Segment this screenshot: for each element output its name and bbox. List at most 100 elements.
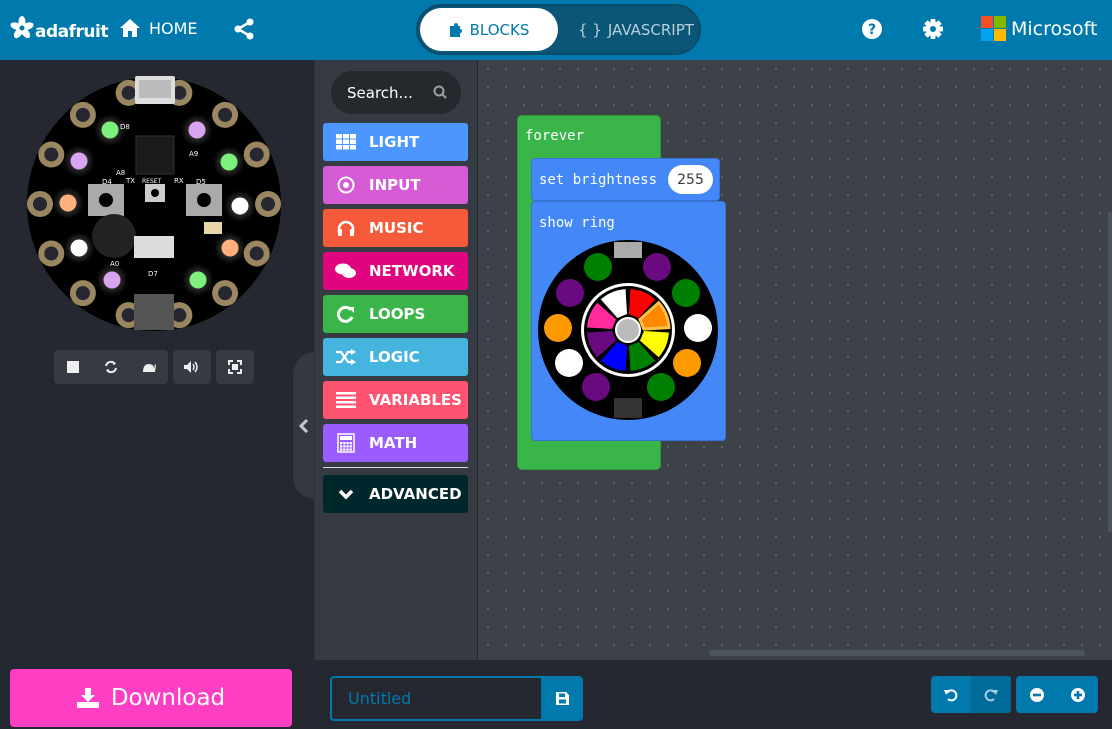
undo-icon [944,688,958,701]
neopixel-led [103,271,121,289]
zoom-in-icon [1070,687,1085,702]
ring-pixel[interactable] [582,373,610,401]
category-variables[interactable]: VARIABLES [323,381,468,419]
pin-hole [75,286,90,301]
category-logic[interactable]: LOGIC [323,338,468,376]
svg-text:?: ? [868,22,876,38]
brightness-value-input[interactable]: 255 [668,165,713,194]
svg-text:A0: A0 [110,260,119,268]
zoom-out-button[interactable] [1016,676,1057,713]
chevron-down-icon [338,489,354,500]
ring-pixel[interactable] [673,349,701,377]
grid-icon [323,134,369,150]
toolbox: Search... LIGHT INPUT MUSIC NETWORK LOOPS LOG… [314,60,477,660]
project-name-input[interactable] [330,676,543,721]
mute-button[interactable] [173,350,211,384]
circuit-playground-board[interactable]: D8 D4 D5 D7 RESET TX RX A8 A9 A0 [26,76,282,332]
palette-center-off[interactable] [615,317,641,343]
help-button[interactable]: ? [861,18,883,44]
fullscreen-button[interactable] [216,350,254,384]
show-ring-block[interactable]: show ring [531,201,726,441]
undo-button[interactable] [931,676,971,713]
category-label: MUSIC [369,219,424,237]
stop-icon [67,361,79,373]
ring-pixel[interactable] [584,253,612,281]
chat-icon [323,263,369,279]
ring-pixel[interactable] [544,314,572,342]
download-icon [76,688,99,708]
adafruit-flower-icon [10,16,34,39]
pin-hole [121,308,136,323]
ring-editor[interactable] [538,240,718,420]
neopixel-led [70,152,88,170]
redo-icon [984,688,998,701]
simulator-toolbar [54,350,254,384]
settings-button[interactable] [922,18,944,44]
pin-hole [218,286,233,301]
home-icon [120,19,140,37]
ring-pixel[interactable] [647,373,675,401]
set-brightness-block[interactable]: set brightness 255 [531,158,720,201]
category-input[interactable]: INPUT [323,166,468,204]
category-network[interactable]: NETWORK [323,252,468,290]
ring-pixel[interactable] [672,279,700,307]
neopixel-led [70,239,88,257]
undo-redo-group [931,676,1012,713]
javascript-tab[interactable]: { } JAVASCRIPT [578,8,698,51]
ring-pixel[interactable] [556,279,584,307]
target-icon [323,176,369,194]
vertical-scrollbar[interactable] [1108,212,1112,532]
category-label: LIGHT [369,133,420,151]
svg-text:TX: TX [125,177,135,185]
pin-hole [218,107,233,122]
pin-hole [75,107,90,122]
adafruit-logo[interactable]: adafruit [10,14,108,42]
svg-text:A9: A9 [189,150,198,158]
category-label: MATH [369,434,418,452]
category-light[interactable]: LIGHT [323,123,468,161]
list-icon [323,392,369,408]
blocks-workspace[interactable]: forever set brightness 255 show ring [477,60,1112,660]
loop-icon [323,305,369,323]
collapse-simulator-button[interactable] [293,352,315,499]
restart-button[interactable] [92,350,130,384]
blocks-label: BLOCKS [469,20,530,39]
ring-pixel[interactable] [555,349,583,377]
search-icon [433,85,447,99]
shuffle-icon [323,349,369,365]
category-music[interactable]: MUSIC [323,209,468,247]
ring-pixel[interactable] [643,253,671,281]
pin-hole [33,197,47,211]
category-advanced[interactable]: ADVANCED [323,475,468,513]
ring-pixel[interactable] [684,314,712,342]
home-label: HOME [149,18,198,38]
download-button[interactable]: Download [10,669,292,727]
editor-toggle: BLOCKS { } JAVASCRIPT [416,4,701,55]
pin-hole [249,246,264,261]
top-bar: adafruit HOME BLOCKS { } JAVASCRIPT ? Mi… [0,0,1112,60]
simulator-panel: D8 D4 D5 D7 RESET TX RX A8 A9 A0 [0,60,315,660]
microsoft-logo[interactable]: Microsoft [981,16,1097,41]
slow-mo-button[interactable] [130,350,168,384]
horizontal-scrollbar[interactable] [709,650,1085,656]
category-math[interactable]: MATH [323,424,468,462]
search-input[interactable]: Search... [347,84,413,102]
stop-button[interactable] [54,350,92,384]
category-loops[interactable]: LOOPS [323,295,468,333]
svg-text:D8: D8 [120,123,130,131]
share-button[interactable] [233,18,255,44]
pin-hole [44,147,59,162]
svg-text:D7: D7 [148,270,158,278]
braces-icon: { } [578,20,602,39]
save-button[interactable] [542,676,583,721]
zoom-in-button[interactable] [1057,676,1098,713]
home-button[interactable]: HOME [119,18,198,38]
blocks-tab[interactable]: BLOCKS [420,8,558,51]
redo-button[interactable] [971,676,1011,713]
volume-icon [184,361,198,373]
microsoft-logo-icon [981,16,1006,41]
pin-hole [249,147,264,162]
toolbox-search[interactable]: Search... [331,71,461,114]
pin-hole [172,308,187,323]
pin-hole [44,246,59,261]
